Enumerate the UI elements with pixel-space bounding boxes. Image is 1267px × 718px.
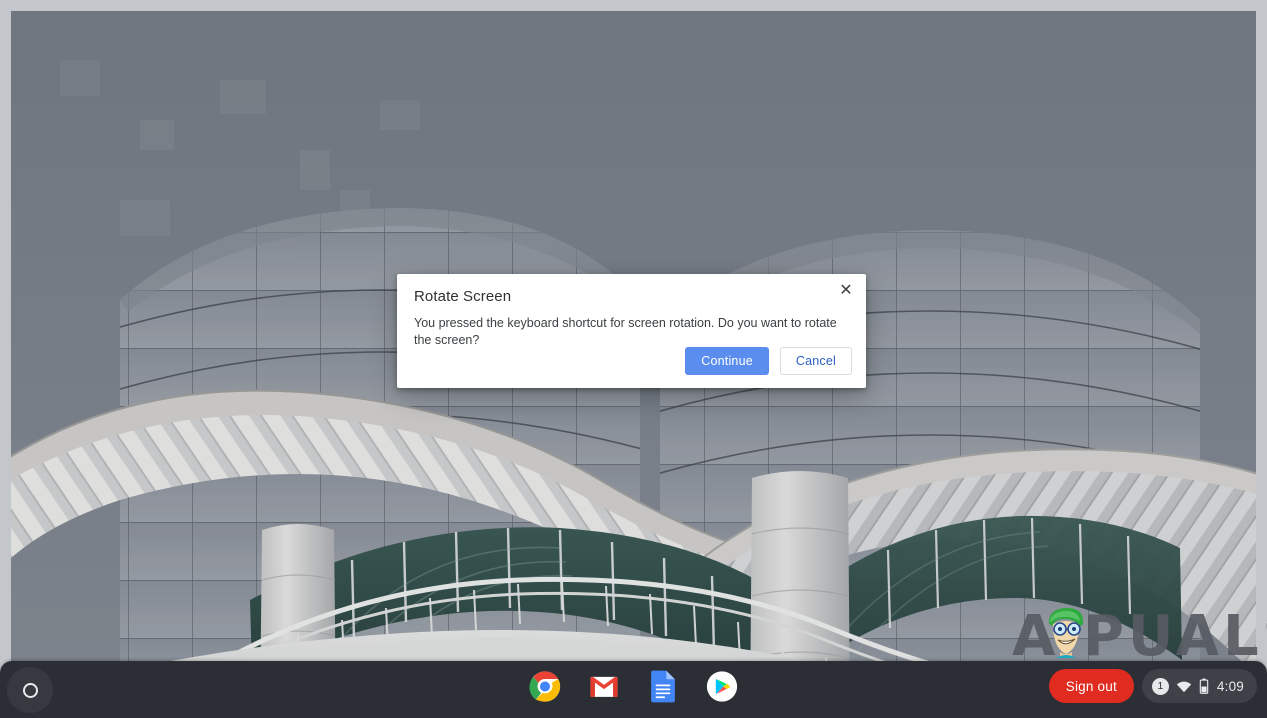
dialog-actions: Continue Cancel (685, 347, 852, 375)
shelf-app-play-store[interactable] (705, 669, 739, 703)
chromeos-shelf: Sign out 1 4:09 (0, 661, 1267, 718)
close-icon[interactable]: ✕ (834, 279, 858, 303)
docs-icon (651, 670, 675, 702)
system-tray[interactable]: 1 4:09 (1141, 669, 1257, 703)
rotate-screen-dialog: Rotate Screen ✕ You pressed the keyboard… (397, 274, 866, 388)
shelf-status-area: Sign out 1 4:09 (1048, 669, 1257, 703)
battery-icon[interactable] (1199, 678, 1209, 694)
launcher-ring (22, 682, 38, 698)
notification-count-badge[interactable]: 1 (1151, 677, 1169, 695)
sign-out-button[interactable]: Sign out (1048, 669, 1134, 703)
gmail-icon (590, 676, 618, 697)
chromeos-desktop: A PUALS wsxdn.com Rotate Screen ✕ You pr… (0, 0, 1267, 718)
play-store-icon (706, 670, 738, 702)
shelf-app-docs[interactable] (646, 669, 680, 703)
dialog-title: Rotate Screen (414, 288, 512, 305)
chrome-icon (529, 670, 561, 702)
wifi-icon[interactable] (1176, 680, 1192, 693)
launcher-circle-icon[interactable] (7, 667, 53, 713)
dialog-message: You pressed the keyboard shortcut for sc… (414, 316, 837, 347)
shelf-app-list (528, 669, 739, 703)
continue-button[interactable]: Continue (685, 347, 769, 375)
clock[interactable]: 4:09 (1217, 679, 1244, 694)
shelf-app-gmail[interactable] (587, 669, 621, 703)
cancel-button[interactable]: Cancel (779, 347, 852, 375)
shelf-app-chrome[interactable] (528, 669, 562, 703)
